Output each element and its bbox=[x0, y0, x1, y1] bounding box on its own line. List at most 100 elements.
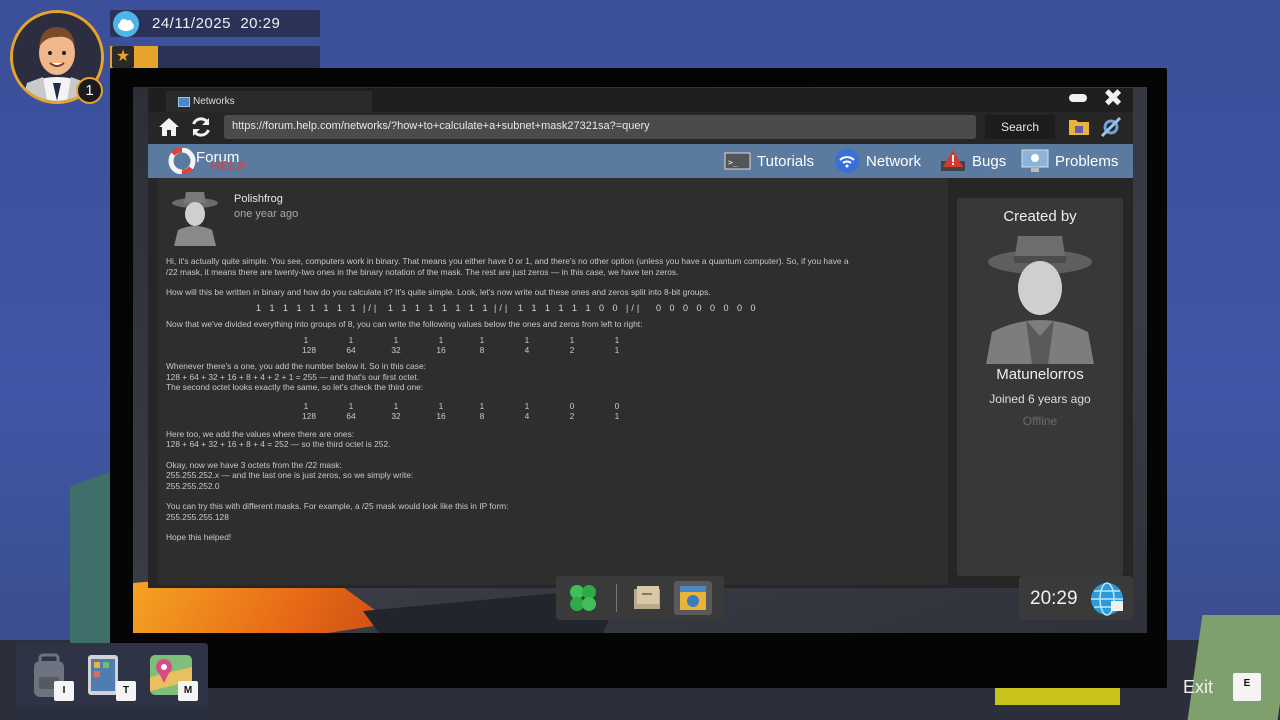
table-bit: 1 bbox=[303, 335, 309, 345]
star-icon: ★ bbox=[112, 46, 134, 68]
keycap-i: I bbox=[54, 681, 74, 701]
table-bit: 0 bbox=[569, 400, 575, 411]
creator-card: Created by Matunelorros Joined 6 years a… bbox=[957, 198, 1123, 576]
post-text: 255.255.252.0 bbox=[166, 480, 220, 491]
system-tray: 20:29 bbox=[1019, 576, 1133, 620]
page-icon bbox=[178, 96, 190, 107]
author-avatar[interactable] bbox=[170, 190, 220, 246]
taskbar bbox=[556, 576, 724, 620]
table-bit: 1 bbox=[393, 335, 399, 345]
nav-problems[interactable]: Problems bbox=[1021, 144, 1118, 178]
table-value: 16 bbox=[436, 410, 446, 421]
binary-octet: 1 1 1 1 1 1 1 1 bbox=[388, 302, 491, 313]
minimize-button[interactable] bbox=[1069, 94, 1087, 102]
binary-octet: 1 1 1 1 1 1 1 1 bbox=[256, 302, 359, 313]
post-text: Whenever there's a one, you add the numb… bbox=[166, 361, 426, 371]
browser-app-icon bbox=[680, 586, 706, 610]
post-text: Now that we've divided everything into g… bbox=[166, 318, 643, 329]
search-button[interactable]: Search bbox=[985, 115, 1055, 139]
nav-problems-label: Problems bbox=[1055, 152, 1119, 170]
close-button[interactable]: ✖ bbox=[1103, 87, 1123, 111]
nav-tutorials[interactable]: >_ Tutorials bbox=[724, 144, 814, 178]
nav-network[interactable]: Network bbox=[834, 144, 921, 178]
binary-separator: |/| bbox=[626, 302, 643, 313]
browser-app-button[interactable] bbox=[674, 581, 712, 615]
inventory-backpack[interactable]: I bbox=[22, 647, 76, 703]
table-bit: 1 bbox=[438, 335, 444, 345]
table-value: 64 bbox=[346, 410, 356, 421]
forum-post: Polishfrog one year ago Hi, it's actuall… bbox=[158, 178, 948, 585]
keycap-m: M bbox=[178, 681, 198, 701]
forum-header: Forum HELP >_ Tutorials Network Bugs Pro… bbox=[148, 144, 1133, 178]
inventory-tablet[interactable]: T bbox=[84, 647, 138, 703]
home-icon[interactable] bbox=[157, 115, 181, 139]
table-bit: 1 bbox=[614, 335, 620, 345]
hud-time: 20:29 bbox=[240, 15, 281, 32]
binary-separator: |/| bbox=[363, 302, 380, 313]
table-bit: 1 bbox=[569, 335, 575, 345]
table-bit: 1 bbox=[524, 335, 530, 345]
creator-status: Offline bbox=[1022, 414, 1058, 428]
binary-octet: 0 0 0 0 0 0 0 0 bbox=[656, 302, 759, 313]
created-by-label: Created by bbox=[1003, 208, 1077, 225]
post-text: Here too, we add the values where there … bbox=[166, 428, 355, 439]
table-value: 32 bbox=[391, 410, 401, 421]
inventory-map[interactable]: M bbox=[146, 647, 200, 703]
table-bit: 1 bbox=[438, 400, 444, 411]
inventory-bar: I T M bbox=[16, 643, 208, 707]
folder-icon[interactable] bbox=[1068, 117, 1090, 137]
table-value: 64 bbox=[346, 345, 356, 355]
wrench-settings-icon[interactable] bbox=[1099, 115, 1123, 139]
tab-networks[interactable]: Networks bbox=[166, 91, 372, 112]
refresh-icon[interactable] bbox=[189, 115, 213, 139]
date-time-bar: 24/11/2025 20:29 bbox=[110, 10, 320, 37]
forum-logo-subtitle: HELP bbox=[210, 158, 247, 173]
monitor-icon bbox=[1021, 149, 1049, 172]
table-bit: 1 bbox=[479, 335, 485, 345]
network-globe-icon[interactable] bbox=[1089, 581, 1125, 617]
exit-button[interactable]: Exit bbox=[1183, 677, 1213, 698]
table-value: 4 bbox=[524, 410, 530, 421]
table-value: 32 bbox=[391, 345, 401, 355]
nav-bugs-label: Bugs bbox=[972, 152, 1007, 170]
hud-date: 24/11/2025 bbox=[152, 15, 231, 32]
post-text: 128 + 64 + 32 + 16 + 8 + 4 = 252 — so th… bbox=[166, 439, 391, 449]
files-app-icon[interactable] bbox=[628, 581, 666, 615]
browser-window: Networks ✖ https://forum.help.com/networ… bbox=[148, 87, 1133, 588]
table-value: 128 bbox=[302, 410, 316, 421]
table-value: 4 bbox=[524, 345, 530, 355]
post-text: Okay, now we have 3 octets from the /22 … bbox=[166, 459, 342, 470]
table-value: 128 bbox=[302, 345, 316, 355]
clover-app-icon[interactable] bbox=[564, 581, 602, 615]
table-value: 2 bbox=[569, 345, 575, 355]
svg-text:>_: >_ bbox=[728, 158, 738, 167]
creator-username[interactable]: Matunelorros bbox=[957, 366, 1123, 383]
taskbar-separator bbox=[616, 584, 617, 612]
post-author[interactable]: Polishfrog bbox=[234, 193, 283, 205]
keycap-t: T bbox=[116, 681, 136, 701]
table-value: 16 bbox=[436, 345, 446, 355]
table-value: 8 bbox=[479, 410, 485, 421]
post-text: How will this be written in binary and h… bbox=[166, 287, 711, 297]
nav-bugs[interactable]: Bugs bbox=[940, 144, 1006, 178]
url-input[interactable]: https://forum.help.com/networks/?how+to+… bbox=[224, 115, 976, 139]
table-value: 2 bbox=[569, 410, 575, 421]
date-time-text: 24/11/2025 20:29 bbox=[152, 15, 280, 32]
keycap-e: E bbox=[1233, 673, 1261, 701]
binary-octet: 1 1 1 1 1 1 0 0 bbox=[518, 302, 621, 313]
table-bit: 1 bbox=[303, 400, 309, 411]
table-bit: 1 bbox=[348, 400, 354, 411]
post-text: The second octet looks exactly the same,… bbox=[166, 382, 424, 392]
post-text: Hi, it's actually quite simple. You see,… bbox=[166, 256, 849, 266]
tray-clock: 20:29 bbox=[1030, 588, 1078, 609]
creator-avatar[interactable] bbox=[986, 232, 1094, 364]
table-bit: 0 bbox=[614, 400, 620, 411]
binary-separator: |/| bbox=[494, 302, 511, 313]
tutorials-icon: >_ bbox=[724, 152, 751, 170]
table-value: 1 bbox=[614, 410, 620, 421]
binary-groups: 1 1 1 1 1 1 1 1 |/| 1 1 1 1 1 1 1 1 |/| … bbox=[166, 298, 941, 319]
creator-joined: Joined 6 years ago bbox=[989, 392, 1091, 406]
player-level-badge: 1 bbox=[76, 77, 103, 104]
lifebuoy-logo-icon[interactable] bbox=[168, 148, 198, 174]
table-value: 8 bbox=[479, 345, 485, 355]
